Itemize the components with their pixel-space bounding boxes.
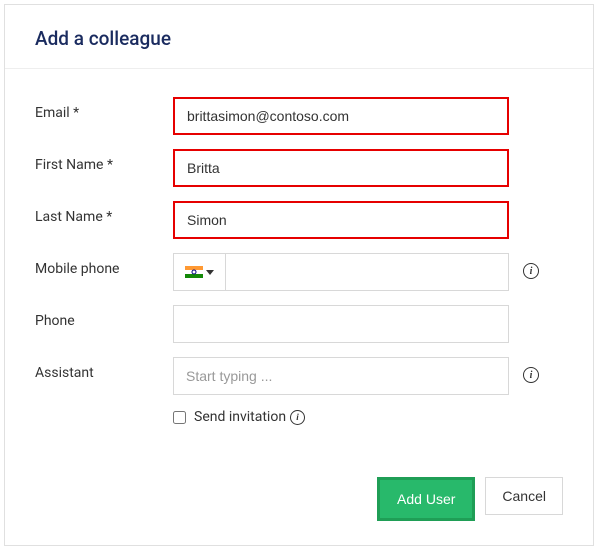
- email-row: Email *: [35, 97, 563, 135]
- phone-label: Phone: [35, 305, 173, 329]
- last-name-field[interactable]: [173, 201, 509, 239]
- assistant-field[interactable]: [173, 357, 509, 395]
- email-field[interactable]: [173, 97, 509, 135]
- email-label: Email *: [35, 97, 173, 121]
- last-name-row: Last Name *: [35, 201, 563, 239]
- first-name-row: First Name *: [35, 149, 563, 187]
- add-user-button[interactable]: Add User: [380, 480, 472, 518]
- first-name-label: First Name *: [35, 149, 173, 173]
- info-icon[interactable]: i: [523, 263, 539, 279]
- mobile-phone-field[interactable]: [225, 253, 509, 291]
- send-invitation-row: Send invitation i: [173, 409, 563, 425]
- info-icon[interactable]: i: [290, 410, 305, 425]
- first-name-field[interactable]: [173, 149, 509, 187]
- send-invitation-checkbox[interactable]: [173, 411, 186, 424]
- assistant-row: Assistant i: [35, 357, 563, 395]
- add-colleague-modal: Add a colleague Email * First Name * Las…: [4, 4, 594, 546]
- modal-header: Add a colleague: [5, 5, 593, 69]
- flag-india-icon: [185, 266, 203, 278]
- info-icon[interactable]: i: [523, 367, 539, 383]
- assistant-label: Assistant: [35, 357, 173, 381]
- phone-field[interactable]: [173, 305, 509, 343]
- phone-row: Phone: [35, 305, 563, 343]
- country-code-select[interactable]: [173, 253, 225, 291]
- send-invitation-label: Send invitation: [194, 409, 286, 425]
- modal-title: Add a colleague: [35, 27, 563, 50]
- mobile-phone-row: Mobile phone i: [35, 253, 563, 291]
- chevron-down-icon: [206, 270, 214, 275]
- modal-footer: Add User Cancel: [5, 445, 593, 545]
- cancel-button[interactable]: Cancel: [485, 477, 563, 515]
- modal-body: Email * First Name * Last Name * Mobile …: [5, 69, 593, 445]
- add-user-highlight: Add User: [377, 477, 475, 521]
- mobile-phone-label: Mobile phone: [35, 253, 173, 277]
- last-name-label: Last Name *: [35, 201, 173, 225]
